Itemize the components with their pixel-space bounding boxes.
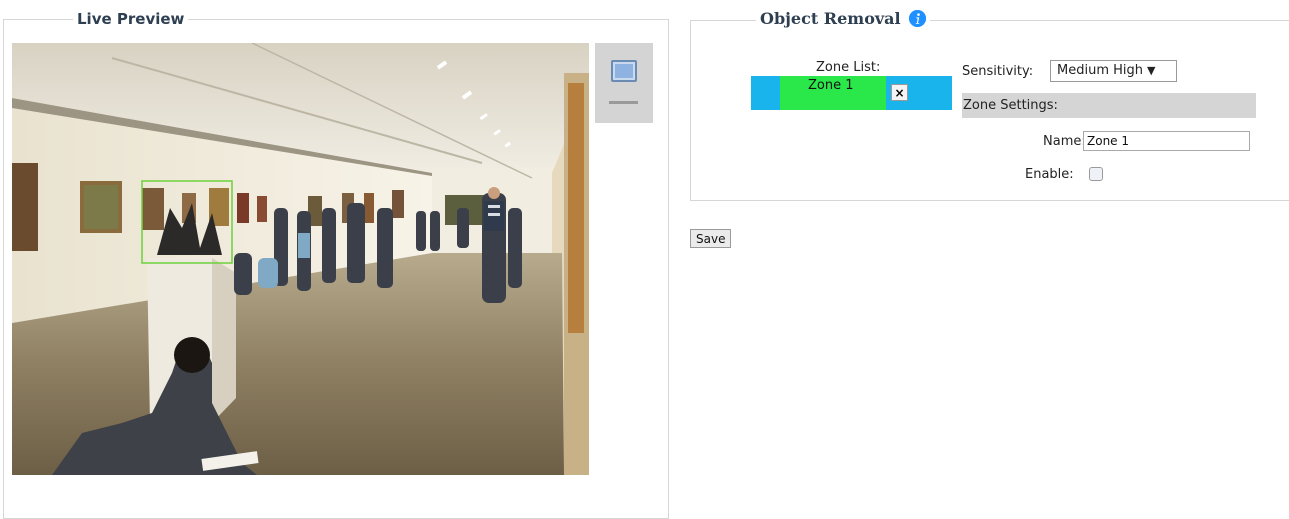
sensitivity-select[interactable]: Medium High ▼ — [1050, 60, 1177, 82]
object-removal-title: Object Removal — [760, 9, 901, 28]
zone-list-item[interactable]: Zone 1 — [780, 76, 886, 110]
zone-name-input[interactable] — [1083, 131, 1250, 151]
live-preview-image[interactable] — [12, 43, 589, 475]
zone-settings-header: Zone Settings: — [962, 93, 1256, 118]
screen-icon — [611, 60, 637, 82]
info-icon[interactable] — [908, 10, 926, 27]
live-preview-legend: Live Preview — [73, 10, 189, 28]
zone-list: Zone 1 × — [751, 76, 952, 110]
sensitivity-value: Medium High — [1057, 63, 1143, 78]
name-label: Name: — [1043, 134, 1086, 149]
slider-bar[interactable] — [609, 101, 638, 104]
enable-checkbox[interactable] — [1089, 167, 1103, 181]
save-button[interactable]: Save — [690, 229, 732, 248]
delete-zone-button[interactable]: × — [891, 84, 908, 101]
sensitivity-label: Sensitivity: — [962, 64, 1034, 79]
display-toggle-button[interactable] — [595, 43, 653, 123]
enable-label: Enable: — [1025, 167, 1074, 182]
zone-list-label: Zone List: — [816, 60, 881, 75]
dropdown-arrow-icon: ▼ — [1147, 64, 1156, 77]
object-removal-legend: Object Removal — [756, 9, 930, 28]
zone-item-label: Zone 1 — [808, 78, 854, 93]
